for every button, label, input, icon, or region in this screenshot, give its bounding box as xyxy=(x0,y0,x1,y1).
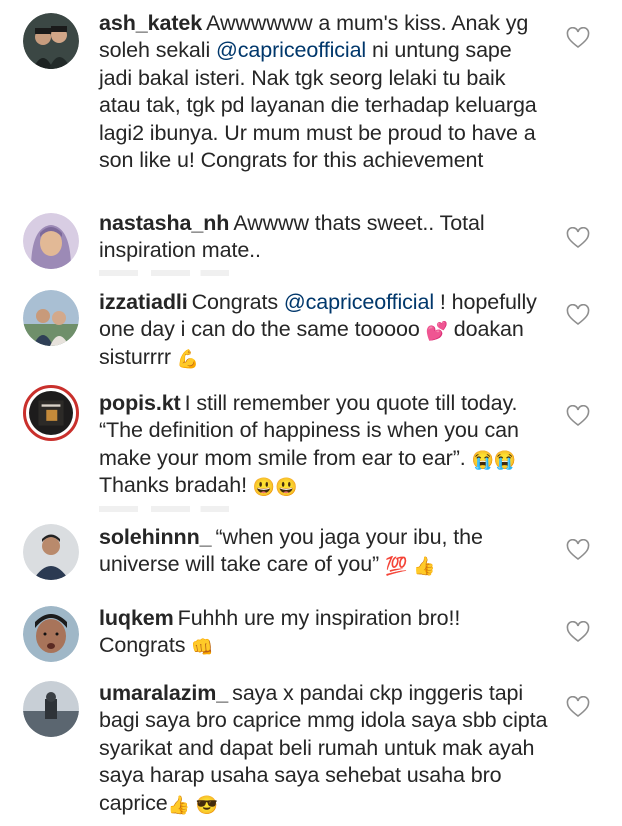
heart-icon[interactable] xyxy=(566,226,590,249)
comment-text: solehinnn_ “when you jaga your ibu, the u… xyxy=(99,524,549,579)
heart-icon[interactable] xyxy=(566,538,590,561)
comment-username[interactable]: umaralazim_ xyxy=(99,681,228,705)
comment-meta xyxy=(99,506,229,512)
avatar[interactable] xyxy=(23,290,79,346)
comment-username[interactable]: nastasha_nh xyxy=(99,211,229,235)
avatar-image xyxy=(23,290,79,346)
comment-text: umaralazim_ saya x pandai ckp inggeris ta… xyxy=(99,680,549,817)
heart-icon[interactable] xyxy=(566,404,590,427)
comment-meta xyxy=(99,270,229,276)
heart-icon[interactable] xyxy=(566,620,590,643)
muscle-emoji: 💪 xyxy=(176,348,200,369)
comment-username[interactable]: izzatiadli xyxy=(99,290,188,314)
avatar[interactable] xyxy=(23,524,79,580)
smiley-emoji: 😃😃 xyxy=(252,477,298,498)
comment-text: popis.kt I still remember you quote till … xyxy=(99,390,549,500)
avatar[interactable] xyxy=(23,13,79,69)
avatar[interactable] xyxy=(23,681,79,737)
comment-text: izzatiadli Congrats @capriceofficial ! ho… xyxy=(99,289,549,371)
comment-username[interactable]: ash_katek xyxy=(99,11,202,35)
avatar-story-ring[interactable] xyxy=(23,385,79,441)
sunglasses-emoji: 😎 xyxy=(195,794,219,815)
avatar-image xyxy=(23,606,79,662)
thumbs-up-emoji: 👍 xyxy=(167,794,190,815)
mention-link[interactable]: @capriceofficial xyxy=(284,290,434,314)
avatar-image xyxy=(23,524,79,580)
heart-icon[interactable] xyxy=(566,303,590,326)
mention-link[interactable]: @capriceofficial xyxy=(216,38,366,62)
thumbs-up-emoji: 👍 xyxy=(413,556,436,577)
comment-username[interactable]: luqkem xyxy=(99,606,174,630)
avatar-image xyxy=(23,681,79,737)
hundred-emoji: 💯 xyxy=(384,556,408,577)
avatar-image xyxy=(23,13,79,69)
comment-body: Thanks bradah! xyxy=(99,473,253,498)
avatar[interactable] xyxy=(23,606,79,662)
fist-bump-emoji: 👊 xyxy=(191,637,214,658)
comment-body: Congrats xyxy=(191,290,284,314)
comment-username[interactable]: solehinnn_ xyxy=(99,525,212,549)
comment-text: nastasha_nh Awwww thats sweet.. Total ins… xyxy=(99,210,549,265)
heart-icon[interactable] xyxy=(566,695,590,718)
comment-text: ash_katek Awwwwww a mum's kiss. Anak yg s… xyxy=(99,10,549,174)
heart-icon[interactable] xyxy=(566,26,590,49)
crying-emoji: 😭😭 xyxy=(471,449,517,470)
comment-username[interactable]: popis.kt xyxy=(99,391,181,415)
hearts-emoji: 💕 xyxy=(425,321,448,342)
avatar-image xyxy=(29,391,73,435)
avatar[interactable] xyxy=(23,213,79,269)
comment-text: luqkem Fuhhh ure my inspiration bro!! Con… xyxy=(99,605,549,660)
avatar-image xyxy=(23,213,79,269)
